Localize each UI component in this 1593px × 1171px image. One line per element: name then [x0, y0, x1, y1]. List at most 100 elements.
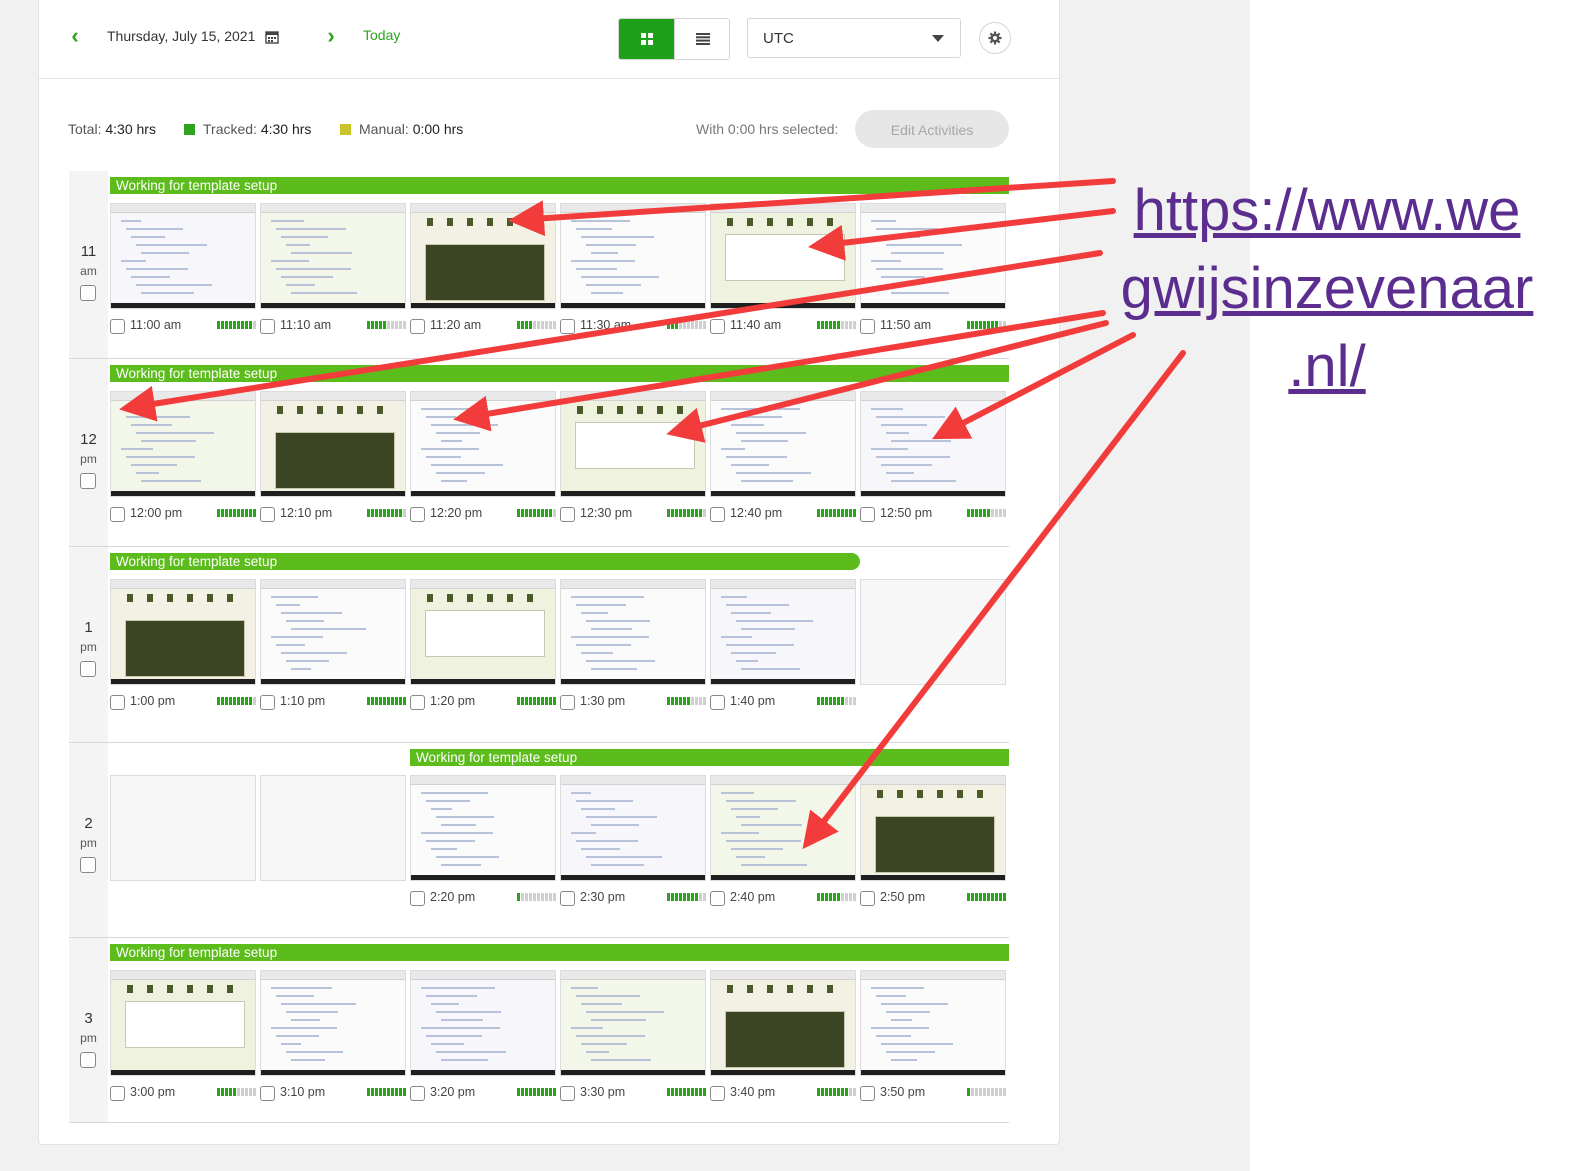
slot-checkbox[interactable] — [860, 1086, 875, 1101]
activity-bar-segment — [399, 1088, 402, 1096]
screenshot-thumbnail[interactable] — [260, 579, 406, 685]
screenshot-thumbnail[interactable] — [560, 970, 706, 1076]
screenshot-thumbnail[interactable] — [860, 203, 1006, 309]
slot-checkbox[interactable] — [860, 891, 875, 906]
thumbnail-text-line — [576, 800, 633, 802]
list-view-button[interactable] — [674, 19, 729, 59]
slot-footer: 1:40 pm — [710, 693, 856, 715]
thumbnail-text-line — [571, 596, 644, 598]
thumbnail-text-line — [591, 824, 639, 826]
screenshot-thumbnail[interactable] — [110, 391, 256, 497]
thumbnail-text-line — [726, 604, 789, 606]
slot-checkbox[interactable] — [560, 1086, 575, 1101]
project-bar[interactable]: Working for template setup — [110, 944, 1009, 961]
hour-checkbox[interactable] — [80, 857, 96, 873]
screenshot-thumbnail[interactable] — [410, 775, 556, 881]
screenshot-thumbnail[interactable] — [110, 579, 256, 685]
calendar-icon[interactable] — [265, 30, 279, 44]
slot-checkbox[interactable] — [260, 1086, 275, 1101]
grid-view-button[interactable] — [619, 19, 674, 59]
hour-checkbox[interactable] — [80, 661, 96, 677]
settings-button[interactable] — [979, 22, 1011, 54]
slot-checkbox[interactable] — [260, 319, 275, 334]
thumbnail-text-line — [876, 228, 938, 230]
screenshot-slot: 1:30 pm — [560, 579, 706, 715]
activity-bar-segment — [667, 893, 670, 901]
screenshot-thumbnail[interactable] — [710, 391, 856, 497]
screenshot-thumbnail[interactable] — [410, 391, 556, 497]
activity-bar-segment — [387, 321, 390, 329]
project-bar[interactable]: Working for template setup — [410, 749, 1009, 766]
prev-day-button[interactable]: ‹ — [63, 24, 87, 48]
hour-checkbox[interactable] — [80, 285, 96, 301]
screenshot-thumbnail[interactable] — [710, 579, 856, 685]
slot-checkbox[interactable] — [710, 319, 725, 334]
slot-checkbox[interactable] — [710, 695, 725, 710]
screenshot-thumbnail[interactable] — [560, 391, 706, 497]
thumbnail-text-line — [441, 440, 462, 442]
screenshot-thumbnail[interactable] — [260, 391, 406, 497]
hour-checkbox[interactable] — [80, 473, 96, 489]
screenshot-thumbnail[interactable] — [110, 970, 256, 1076]
slot-checkbox[interactable] — [710, 1086, 725, 1101]
activity-bar-segment — [545, 893, 548, 901]
screenshot-thumbnail[interactable] — [860, 775, 1006, 881]
hour-ampm: pm — [80, 1031, 97, 1045]
slot-checkbox[interactable] — [560, 507, 575, 522]
thumbnail-text-line — [891, 252, 944, 254]
thumbnail-icon — [937, 790, 943, 798]
project-bar[interactable]: Working for template setup — [110, 177, 1009, 194]
screenshot-thumbnail[interactable] — [860, 970, 1006, 1076]
thumbnail-text-line — [436, 1011, 501, 1013]
timezone-select[interactable]: UTC — [747, 18, 961, 58]
slot-checkbox[interactable] — [410, 891, 425, 906]
slot-checkbox[interactable] — [560, 695, 575, 710]
screenshot-thumbnail[interactable] — [560, 579, 706, 685]
thumbnail-text-line — [571, 220, 630, 222]
screenshot-thumbnail[interactable] — [860, 391, 1006, 497]
slot-checkbox[interactable] — [260, 695, 275, 710]
activity-bar-segment — [971, 509, 974, 517]
slot-checkbox[interactable] — [410, 507, 425, 522]
slot-checkbox[interactable] — [710, 507, 725, 522]
thumbnail-text-line — [426, 416, 456, 418]
slot-checkbox[interactable] — [860, 507, 875, 522]
slot-checkbox[interactable] — [410, 695, 425, 710]
slot-checkbox[interactable] — [410, 1086, 425, 1101]
next-day-button[interactable]: › — [319, 24, 343, 48]
screenshot-thumbnail[interactable] — [260, 970, 406, 1076]
screenshot-thumbnail[interactable] — [110, 203, 256, 309]
screenshot-thumbnail[interactable] — [710, 203, 856, 309]
empty-screenshot — [260, 775, 406, 881]
thumbnail-header — [861, 204, 1005, 213]
slot-checkbox[interactable] — [110, 695, 125, 710]
slot-checkbox[interactable] — [560, 891, 575, 906]
screenshot-thumbnail[interactable] — [410, 203, 556, 309]
screenshot-thumbnail[interactable] — [410, 579, 556, 685]
edit-activities-button[interactable]: Edit Activities — [855, 110, 1009, 148]
thumbnail-text-line — [291, 1019, 320, 1021]
screenshot-thumbnail[interactable] — [560, 775, 706, 881]
project-bar[interactable]: Working for template setup — [110, 553, 860, 570]
screenshot-thumbnail[interactable] — [410, 970, 556, 1076]
activity-bar-segment — [529, 321, 532, 329]
activity-meter — [517, 1088, 556, 1096]
screenshot-thumbnail[interactable] — [560, 203, 706, 309]
slot-checkbox[interactable] — [710, 891, 725, 906]
today-button[interactable]: Today — [363, 27, 400, 43]
activity-bar-segment — [233, 1088, 236, 1096]
slot-checkbox[interactable] — [860, 319, 875, 334]
slot-checkbox[interactable] — [110, 507, 125, 522]
url-annotation[interactable]: https://www.we gwijsinzevenaar .nl/ — [1082, 172, 1572, 406]
slot-checkbox[interactable] — [560, 319, 575, 334]
hour-checkbox[interactable] — [80, 1052, 96, 1068]
slot-checkbox[interactable] — [260, 507, 275, 522]
screenshot-thumbnail[interactable] — [710, 775, 856, 881]
project-bar[interactable]: Working for template setup — [110, 365, 1009, 382]
slot-checkbox[interactable] — [110, 1086, 125, 1101]
slot-checkbox[interactable] — [110, 319, 125, 334]
thumbnail-text-line — [291, 252, 352, 254]
slot-checkbox[interactable] — [410, 319, 425, 334]
screenshot-thumbnail[interactable] — [710, 970, 856, 1076]
screenshot-thumbnail[interactable] — [260, 203, 406, 309]
